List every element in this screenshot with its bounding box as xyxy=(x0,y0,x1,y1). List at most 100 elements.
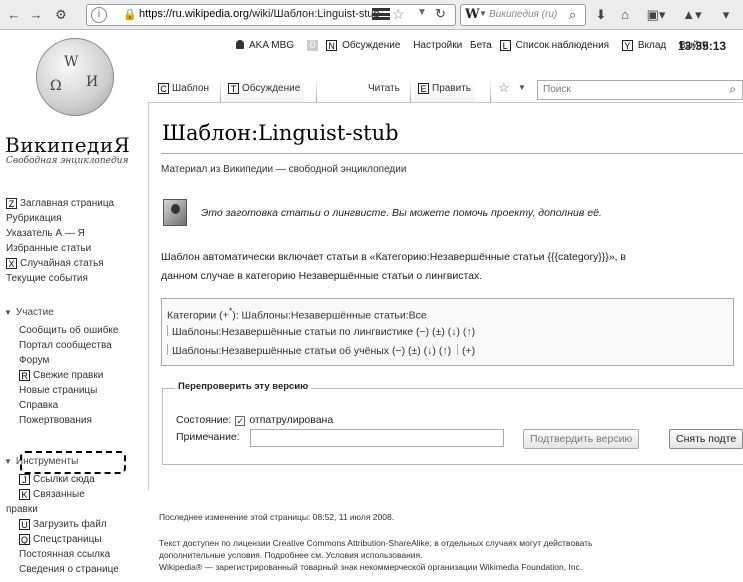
category-link[interactable]: ): Шаблоны:Незавершённые статьи:Все xyxy=(232,310,427,322)
browser-search-box[interactable]: W ▼ Википедия (ru) ⌕ xyxy=(460,4,586,26)
contributions-link[interactable]: Y Вклад xyxy=(621,40,671,51)
sidebar-item[interactable]: U Загрузить файл xyxy=(6,517,119,532)
state-label: Состояние: xyxy=(176,414,232,426)
url-text[interactable]: https://ru.wikipedia.org/wiki/Шаблон:Lin… xyxy=(139,8,380,20)
sidebar-item[interactable]: Форум xyxy=(6,353,118,368)
user-link[interactable]: AKA MBG xyxy=(236,40,299,51)
sidebar-item[interactable]: X Случайная статья xyxy=(6,256,114,271)
sidebar-item[interactable]: Z Заглавная страница xyxy=(6,196,114,211)
category-prefix: Категории (+ xyxy=(167,309,229,322)
title-divider xyxy=(161,153,743,154)
participation-toggle[interactable]: ▼ Участие xyxy=(4,307,54,318)
sidebar-item[interactable]: Текущие события xyxy=(6,271,114,286)
download-icon[interactable]: ⬇ xyxy=(592,5,610,25)
category-row[interactable]: Шаблоны:Незавершённые статьи по лингвист… xyxy=(167,325,475,338)
overflow-menu-icon[interactable]: ▾ xyxy=(716,5,736,25)
engine-dropdown-icon[interactable]: ▼ xyxy=(479,9,487,18)
sidebar-item-label: Портал сообщества xyxy=(19,340,112,351)
sidebar-item[interactable]: K Связанные xyxy=(6,487,119,502)
stub-text[interactable]: Это заготовка статьи о лингвисте. Вы мож… xyxy=(201,207,602,219)
personal-tools: AKA MBG 0 N Обсуждение Настройки Бета L Сп… xyxy=(236,40,714,51)
sidebar-item-continuation[interactable]: правки xyxy=(6,502,119,517)
note-input[interactable] xyxy=(250,429,504,447)
sidebar-item-label: Избранные статьи xyxy=(6,243,92,254)
sidebar-item[interactable]: Постоянная ссылка xyxy=(6,547,119,562)
browser-toolbar: ← → ⚙ i 🔒 https://ru.wikipedia.org/wiki/… xyxy=(0,0,743,30)
sidebar-item[interactable]: J Ссылки сюда xyxy=(6,472,119,487)
confirm-version-button[interactable]: Подтвердить версию xyxy=(523,429,640,449)
remove-patrol-button[interactable]: Снять подте xyxy=(669,429,743,449)
accesskey-badge: J xyxy=(19,474,30,485)
sidebar-item[interactable]: Избранные статьи xyxy=(6,241,114,256)
sidebar-item[interactable]: Портал сообщества xyxy=(6,338,118,353)
site-subtitle: Материал из Википедии — свободной энцикл… xyxy=(161,164,407,175)
wikipedia-search-engine-icon[interactable]: W xyxy=(465,7,480,22)
sidebar-item[interactable]: Указатель А — Я xyxy=(6,226,114,241)
watchlist-link[interactable]: L Список наблюдения xyxy=(499,40,614,51)
bookmark-star-icon[interactable]: ☆ xyxy=(392,6,405,23)
main-content: Шаблон:Linguist-stub Материал из Википед… xyxy=(148,102,743,490)
preferences-link[interactable]: Настройки xyxy=(413,40,462,51)
more-actions-icon[interactable]: ▼ xyxy=(518,83,526,92)
tab-label: Обсуждение xyxy=(242,83,301,94)
url-path: /wiki/Шаблон:Linguist-stub xyxy=(249,8,380,20)
sidebar-item[interactable]: Q Спецстраницы xyxy=(6,532,119,547)
linguist-portrait-icon[interactable] xyxy=(163,199,187,226)
screenshot-icon[interactable]: ▣▾ xyxy=(642,5,670,25)
wikipedia-logo[interactable]: W Ω И xyxy=(16,36,136,128)
sidebar-item[interactable]: Пожертвования xyxy=(6,413,118,428)
category-row[interactable]: Шаблоны:Незавершённые статьи об учёных (… xyxy=(167,344,475,357)
search-icon[interactable]: ⌕ xyxy=(729,82,736,97)
back-icon[interactable]: ← xyxy=(6,5,22,25)
accesskey-badge: L xyxy=(499,40,511,51)
category-link[interactable]: Шаблоны:Незавершённые статьи по лингвист… xyxy=(172,326,475,338)
category-add-link[interactable]: (+) xyxy=(462,345,475,357)
beta-link[interactable]: Бета xyxy=(470,40,492,51)
patrolled-checkbox[interactable]: ✓ xyxy=(235,416,246,426)
forward-icon[interactable]: → xyxy=(28,5,44,25)
site-info-icon[interactable]: i xyxy=(91,7,107,23)
category-link[interactable]: Шаблоны:Незавершённые статьи об учёных (… xyxy=(172,345,451,357)
collapse-triangle-icon: ▼ xyxy=(4,457,12,466)
sidebar-item[interactable]: Новые страницы xyxy=(6,383,118,398)
contributions-label: Вклад xyxy=(637,40,667,51)
sidebar-item[interactable]: R Свежие правки xyxy=(6,368,118,383)
wikipedia-wordmark[interactable]: ВикипедиЯ xyxy=(5,133,130,157)
sidebar-item[interactable]: Сведения о странице xyxy=(6,562,119,577)
tab-edit[interactable]: E Править xyxy=(414,78,475,102)
accesskey-badge: Y xyxy=(621,40,633,51)
sidebar-item[interactable]: Сообщить об ошибке xyxy=(6,323,118,338)
notifications-badge[interactable]: 0 xyxy=(306,40,319,51)
tab-template[interactable]: C Шаблон xyxy=(154,78,214,102)
tab-label: Править xyxy=(432,83,471,94)
search-icon[interactable]: ⌕ xyxy=(569,7,576,23)
sidebar-item-label: Постоянная ссылка xyxy=(19,549,111,560)
sidebar-item-label: Свежие правки xyxy=(33,370,104,381)
accesskey-badge: Q xyxy=(19,534,30,545)
tools-icon[interactable]: ⚙ xyxy=(52,5,70,25)
tab-separator xyxy=(316,78,317,102)
tab-separator xyxy=(220,78,221,102)
reload-icon[interactable]: ↻ xyxy=(435,6,446,22)
note-label: Примечание: xyxy=(176,431,240,443)
category-row[interactable]: Категории (+*): Шаблоны:Незавершённые ст… xyxy=(167,306,427,322)
talk-link[interactable]: N Обсуждение xyxy=(326,40,405,51)
watch-star-icon[interactable]: ☆ xyxy=(498,80,510,96)
sidebar-item-label: Пожертвования xyxy=(19,415,92,426)
history-dropdown-icon[interactable]: ▼ xyxy=(417,7,427,18)
tab-read[interactable]: Читать xyxy=(364,78,404,102)
extension-icon[interactable]: ▲▾ xyxy=(678,5,706,25)
sidebar-item-label: Ссылки сюда xyxy=(33,474,95,485)
footer-trademark: Wikipedia® — зарегистрированный товарный… xyxy=(159,562,583,572)
sidebar-item-label: правки xyxy=(6,504,38,515)
sidebar-item-label: Сообщить об ошибке xyxy=(19,325,119,336)
tab-label: Шаблон xyxy=(172,83,210,94)
sidebar-item[interactable]: Рубрикация xyxy=(6,211,114,226)
tab-discussion[interactable]: T Обсуждение xyxy=(224,78,305,102)
wiki-search-input[interactable]: Поиск ⌕ xyxy=(537,80,743,100)
sidebar-item[interactable]: Справка xyxy=(6,398,118,413)
home-icon[interactable]: ⌂ xyxy=(616,5,634,25)
hamburger-menu-icon[interactable] xyxy=(372,8,390,20)
address-bar[interactable]: i 🔒 https://ru.wikipedia.org/wiki/Шаблон… xyxy=(86,4,456,26)
globe-glyph: И xyxy=(86,74,99,90)
